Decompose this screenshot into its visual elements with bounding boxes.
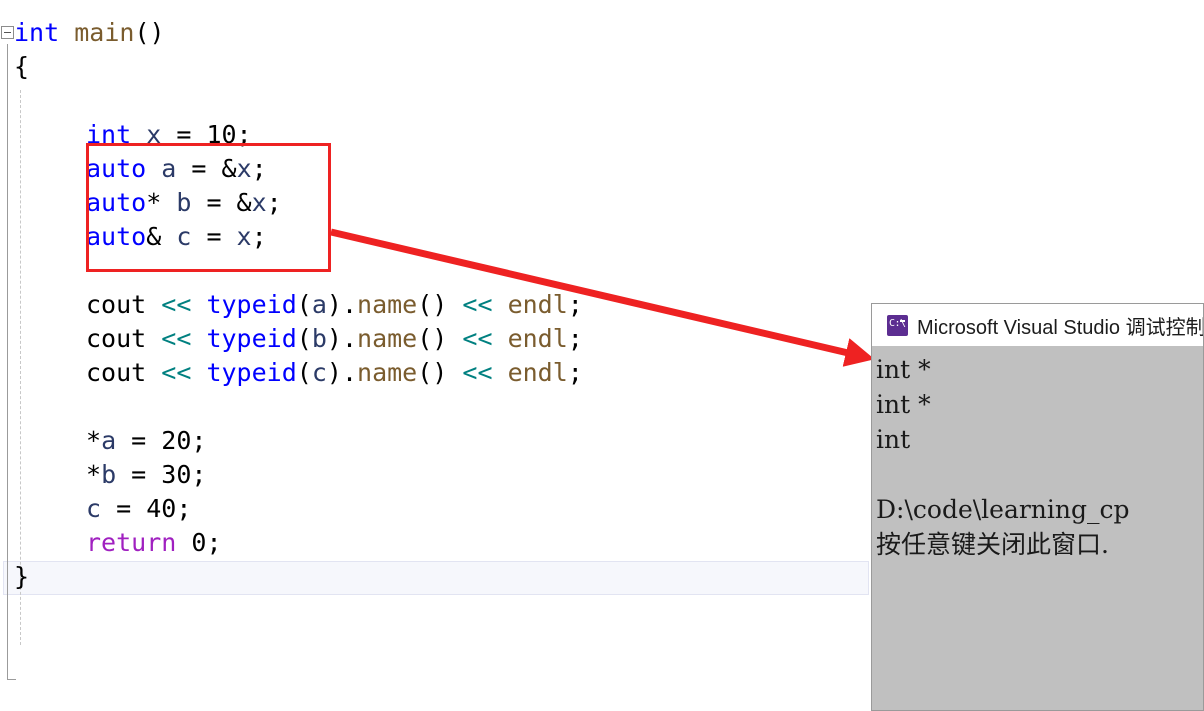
code-token: c (311, 358, 327, 387)
code-token: . (341, 290, 358, 319)
code-token: ; (191, 426, 207, 455)
code-line[interactable]: { (14, 50, 29, 84)
code-token: << (462, 324, 493, 353)
code-token: 20 (161, 426, 192, 455)
code-token: } (14, 562, 30, 591)
code-token: . (341, 324, 358, 353)
code-token: << (161, 358, 192, 387)
code-token: () (417, 358, 463, 387)
code-token: endl (507, 290, 568, 319)
code-token: << (462, 358, 493, 387)
console-output: int * int * int D:\code\learning_cp 按任意键关闭此窗… (872, 346, 1203, 562)
code-token: () (417, 290, 463, 319)
code-token: << (161, 324, 192, 353)
code-token: ; (206, 528, 222, 557)
code-token: name (357, 358, 418, 387)
code-token: 30 (161, 460, 192, 489)
code-token: { (14, 52, 30, 81)
code-token: typeid (206, 358, 297, 387)
code-token: int (14, 18, 60, 47)
code-token: * (86, 426, 102, 455)
code-token: cout (86, 324, 147, 353)
console-line: int (876, 425, 911, 454)
code-token: ( (296, 324, 312, 353)
console-line: int * (876, 390, 931, 419)
code-line[interactable]: *b = 30; (86, 458, 206, 492)
code-line[interactable]: int main() (14, 16, 165, 50)
code-line[interactable]: return 0; (86, 526, 222, 560)
code-token: return (86, 528, 177, 557)
code-token: = (116, 426, 162, 455)
code-token: ; (567, 324, 583, 353)
code-token: cout (86, 290, 147, 319)
code-token: << (462, 290, 493, 319)
code-token: = (116, 460, 162, 489)
code-token: ) (326, 324, 342, 353)
code-line[interactable]: cout << typeid(b).name() << endl; (86, 322, 583, 356)
code-token: c (86, 494, 102, 523)
code-token: ( (296, 358, 312, 387)
code-token: endl (507, 324, 568, 353)
console-window[interactable]: C:\ Microsoft Visual Studio 调试控制台 int * i… (871, 303, 1204, 711)
code-token: typeid (206, 290, 297, 319)
console-app-icon: C:\ (887, 314, 908, 336)
code-token: ) (326, 358, 342, 387)
code-line[interactable]: *a = 20; (86, 424, 206, 458)
console-line: D:\code\learning_cp (876, 495, 1130, 524)
console-titlebar[interactable]: C:\ Microsoft Visual Studio 调试控制台 (872, 304, 1203, 346)
code-token: cout (86, 358, 147, 387)
code-token: a (101, 426, 117, 455)
console-line: 按任意键关闭此窗口. (876, 530, 1109, 559)
code-token: ( (296, 290, 312, 319)
code-token: . (341, 358, 358, 387)
code-token: ; (191, 460, 207, 489)
code-token: name (357, 324, 418, 353)
minus-glyph (4, 32, 11, 33)
code-folding-outline-foot (7, 679, 16, 680)
code-token: * (86, 460, 102, 489)
code-token: name (357, 290, 418, 319)
code-token: 0 (191, 528, 207, 557)
annotation-rectangle (86, 143, 331, 272)
code-token: ; (567, 358, 583, 387)
code-line[interactable]: c = 40; (86, 492, 191, 526)
collapse-toggle-icon[interactable] (1, 26, 14, 39)
code-folding-outline (7, 44, 8, 680)
code-token: = (101, 494, 147, 523)
code-token: ; (176, 494, 192, 523)
code-token: () (134, 18, 165, 47)
code-token: () (417, 324, 463, 353)
code-token: b (101, 460, 117, 489)
code-token: main (74, 18, 135, 47)
code-line[interactable]: } (14, 560, 29, 594)
console-line: int * (876, 355, 931, 384)
code-token: 40 (146, 494, 177, 523)
code-token: endl (507, 358, 568, 387)
code-line[interactable]: cout << typeid(a).name() << endl; (86, 288, 583, 322)
console-title: Microsoft Visual Studio 调试控制台 (917, 316, 1203, 339)
code-token: ; (567, 290, 583, 319)
code-token: ) (326, 290, 342, 319)
current-line-highlight (3, 561, 869, 595)
console-icon-cursor (900, 319, 905, 322)
code-line[interactable]: cout << typeid(c).name() << endl; (86, 356, 583, 390)
code-token: typeid (206, 324, 297, 353)
code-token: << (161, 290, 192, 319)
code-token: a (311, 290, 327, 319)
code-token: b (311, 324, 327, 353)
